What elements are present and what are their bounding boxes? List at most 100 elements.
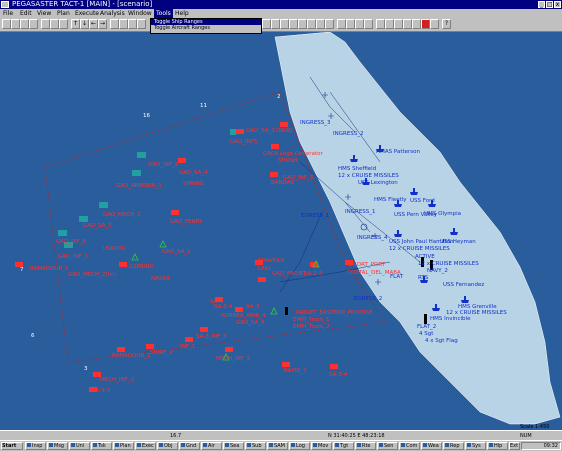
unit-label[interactable]: USS Ford <box>410 198 435 204</box>
unit-label[interactable]: GAD_SA_6 <box>236 320 265 326</box>
unit-label[interactable]: SA_3 <box>246 304 260 310</box>
taskbar-item[interactable]: Sys <box>465 442 486 450</box>
stop-icon[interactable] <box>355 19 364 29</box>
minimize-button[interactable]: _ <box>538 1 545 8</box>
unit-label[interactable]: GAD_FERRY <box>170 219 203 225</box>
taskbar-item[interactable]: Tsk <box>91 442 112 450</box>
unit-label[interactable]: HMS Invincible <box>430 316 471 322</box>
taskbar-item[interactable]: Sea <box>223 442 244 450</box>
taskbar-item[interactable]: Uni <box>69 442 90 450</box>
new-icon[interactable] <box>2 19 11 29</box>
unit-label[interactable]: 4 Sgt <box>419 331 434 337</box>
unit-label[interactable]: CACA Logo Generator <box>263 151 323 157</box>
unit-label[interactable]: SA-2-3 <box>304 271 323 277</box>
taskbar-item[interactable]: Ext <box>509 442 520 450</box>
unit-label[interactable]: RAMADOUR_1 <box>30 266 69 272</box>
taskbar-item[interactable]: Tgt <box>333 442 354 450</box>
unit-label[interactable]: FLAT <box>390 274 404 280</box>
ship-icon[interactable] <box>262 19 271 29</box>
taskbar-item[interactable]: Log <box>289 442 310 450</box>
unit-label[interactable]: USS Lexington <box>358 180 398 186</box>
unit-label[interactable]: MECH_INF_3 <box>216 356 251 362</box>
menu-help[interactable]: Help <box>175 9 189 18</box>
menu-tools[interactable]: Tools <box>154 9 173 18</box>
unit-label[interactable]: DADO <box>276 128 293 134</box>
help-icon[interactable]: ? <box>442 19 451 29</box>
unit-label[interactable]: INGRESS_2 <box>333 131 364 137</box>
close-button[interactable]: x <box>554 1 561 8</box>
chart-icon[interactable] <box>385 19 394 29</box>
map-canvas[interactable]: 16 11 2 7 6 3 DADO CACA Logo Generator S… <box>0 32 562 430</box>
taskbar-item[interactable]: Gnd <box>179 442 200 450</box>
unit-label[interactable]: GAD_INFS <box>230 139 258 145</box>
unit-label[interactable]: NASAR <box>151 276 170 282</box>
taskbar-item[interactable]: Insp <box>25 442 46 450</box>
unit-label[interactable]: KORREA_ARIR_4 <box>221 313 266 319</box>
unit-label[interactable]: SPRING <box>183 181 204 187</box>
unit-label[interactable]: GAD_SA_1 <box>162 249 191 255</box>
open-icon[interactable] <box>11 19 20 29</box>
unit-label[interactable]: INGRESS_4 <box>357 235 388 241</box>
unit-label[interactable]: EMPI_Truck_2 <box>293 324 330 330</box>
unit-label[interactable]: 12 x CRUISE MISSILES <box>418 261 479 267</box>
unit-label[interactable]: HMS Sheffield <box>338 166 376 172</box>
unit-label[interactable]: HMS Grenville <box>458 304 497 310</box>
unit-label[interactable]: EGRESS_2 <box>354 296 382 302</box>
taskbar-item[interactable]: Hlp <box>487 442 508 450</box>
filter-icon[interactable] <box>394 19 403 29</box>
unit-label[interactable]: 12 x CRUISE MISSILES <box>338 173 399 179</box>
taskbar-item[interactable]: Msg <box>47 442 68 450</box>
radar-icon[interactable] <box>298 19 307 29</box>
unit-label[interactable]: GAD_BA_3 <box>246 128 275 134</box>
taskbar-item[interactable]: Rte <box>355 442 376 450</box>
unit-label[interactable]: GAD_SA_4 <box>179 170 208 176</box>
unit-label[interactable]: SNIRE_V <box>150 350 173 356</box>
unit-label[interactable]: LAKI <box>258 266 271 272</box>
unit-label[interactable]: GAD_MECH_2 <box>103 212 140 218</box>
unit-label[interactable]: INGRESS_1 <box>345 209 376 215</box>
taskbar-item[interactable]: Air <box>201 442 222 450</box>
unit-label[interactable]: HMS Olympia <box>424 211 461 217</box>
unit-label[interactable]: HMAS Patterson <box>376 149 421 155</box>
taskbar-item[interactable]: Sub <box>245 442 266 450</box>
unit-label[interactable]: GAD_INF_3 <box>283 175 314 181</box>
unit-label[interactable]: GAD_INF_2 <box>148 162 178 168</box>
unit-label[interactable]: LSPRING <box>130 264 154 270</box>
taskbar-item[interactable]: Sen <box>377 442 398 450</box>
unit-label[interactable]: USRUTU <box>103 246 126 252</box>
info-icon[interactable] <box>430 19 439 29</box>
menu-view[interactable]: View <box>37 9 51 18</box>
unit-label[interactable]: HMS Fleetly <box>374 197 407 203</box>
grid-icon[interactable] <box>128 19 137 29</box>
pause-icon[interactable] <box>346 19 355 29</box>
taskbar-item[interactable]: SAM <box>267 442 288 450</box>
report-icon[interactable] <box>376 19 385 29</box>
zoom-out-icon[interactable] <box>59 19 68 29</box>
unit-label[interactable]: SHUSH <box>278 158 297 164</box>
arrow-up-icon[interactable]: ↑ <box>71 19 80 29</box>
pointer-icon[interactable] <box>41 19 50 29</box>
unit-label[interactable]: GAD_MECH_2(hc) <box>68 272 116 278</box>
menu-file[interactable]: File <box>3 9 13 18</box>
measure-icon[interactable] <box>119 19 128 29</box>
save-icon[interactable] <box>20 19 29 29</box>
unit-label[interactable]: GAD_INF_1 <box>58 254 88 260</box>
layer-icon[interactable] <box>137 19 146 29</box>
unit-label[interactable]: KHAVKAN <box>258 258 284 264</box>
tank-icon[interactable] <box>280 19 289 29</box>
unit-label[interactable]: SA-4 <box>210 299 223 305</box>
play-icon[interactable] <box>337 19 346 29</box>
unit-label[interactable]: NAVY_2 <box>427 268 448 274</box>
start-button[interactable]: Start <box>1 442 23 450</box>
unit-label[interactable]: EMPI_Truck_1 <box>293 317 330 323</box>
step-icon[interactable] <box>364 19 373 29</box>
taskbar-item[interactable]: Obj <box>157 442 178 450</box>
unit-label[interactable]: USS Fernandez <box>443 282 484 288</box>
unit-label[interactable]: TARGET_EASTERN_PROMISE <box>294 310 373 316</box>
print-icon[interactable] <box>29 19 38 29</box>
unit-label[interactable]: GAD_ARMOUR_1 <box>116 183 162 189</box>
unit-label[interactable]: RTS <box>418 275 429 281</box>
zoom-in-icon[interactable] <box>50 19 59 29</box>
unit-label[interactable]: GAD_INF_6 <box>56 239 87 245</box>
unit-label[interactable]: SA-3-3 <box>92 388 111 394</box>
